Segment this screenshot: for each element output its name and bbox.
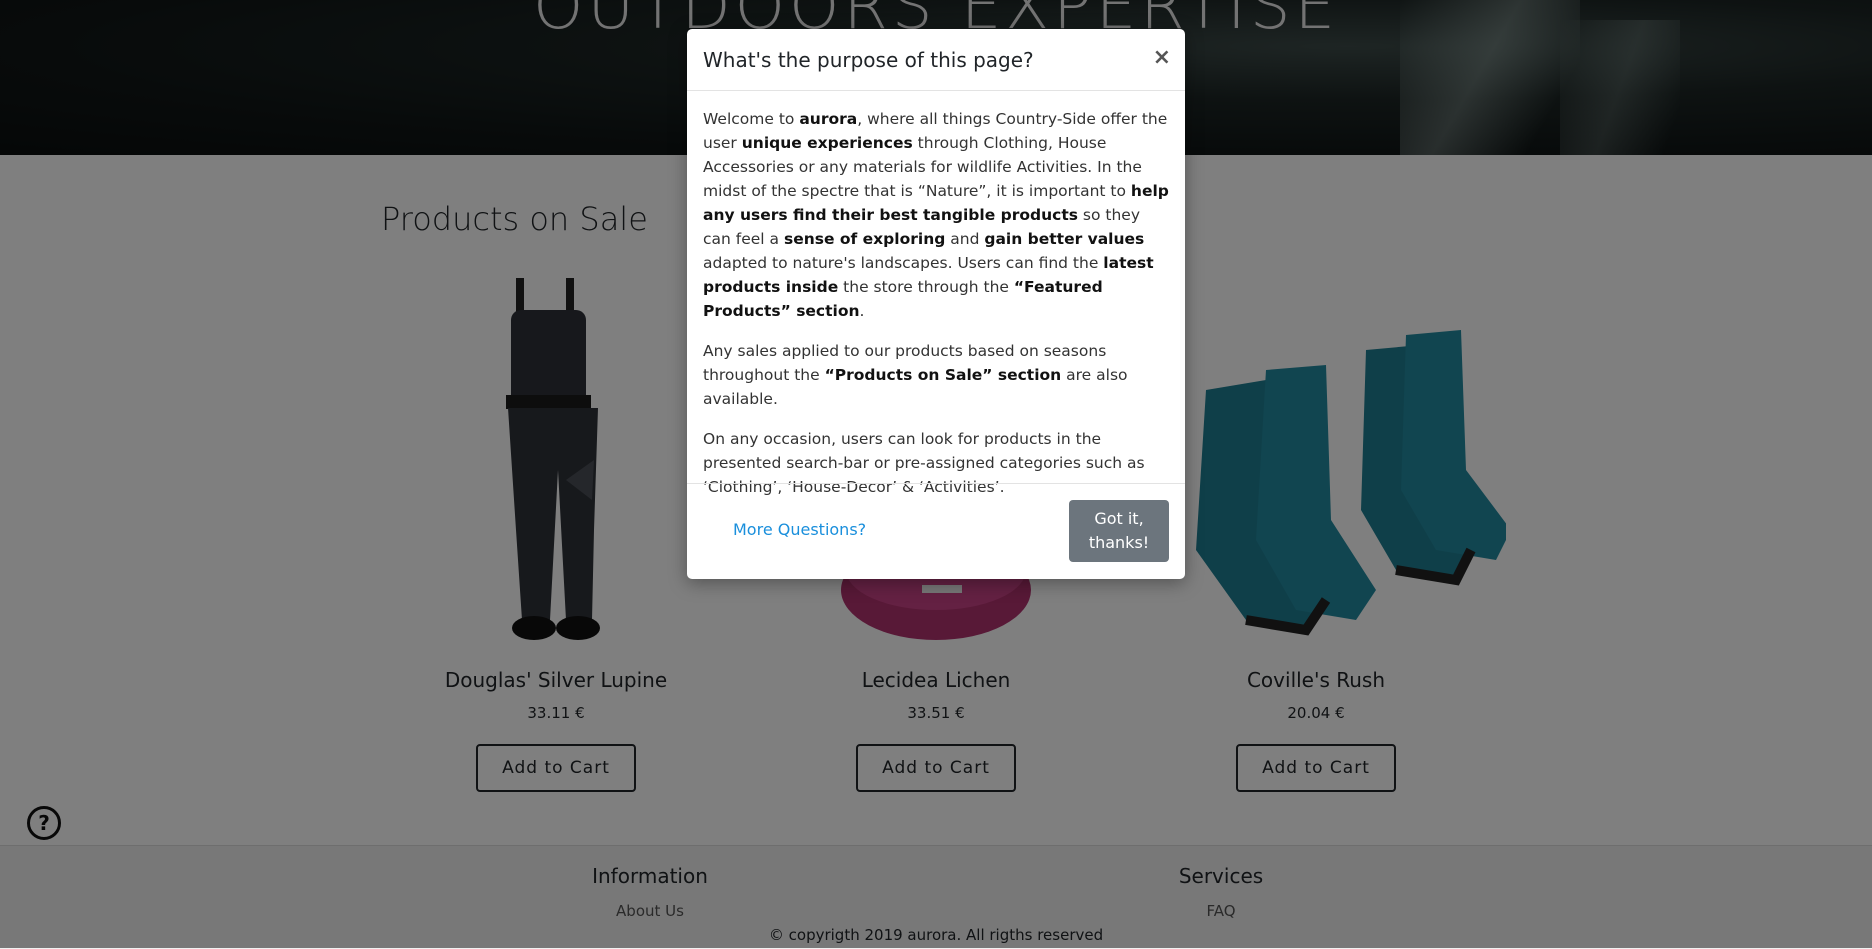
- text: adapted to nature's landscapes. Users ca…: [703, 254, 1104, 272]
- text-bold: gain better values: [984, 230, 1145, 248]
- text-bold: unique experiences: [741, 134, 913, 152]
- modal-title: What's the purpose of this page?: [703, 48, 1034, 72]
- close-icon[interactable]: ×: [1153, 45, 1171, 70]
- modal-body: Welcome to aurora, where all things Coun…: [687, 91, 1185, 499]
- modal-paragraph: Any sales applied to our products based …: [703, 339, 1169, 411]
- got-it-button[interactable]: Got it, thanks!: [1069, 500, 1169, 562]
- text-bold: aurora: [799, 110, 858, 128]
- text: and: [945, 230, 985, 248]
- text-bold: “Products on Sale” section: [824, 366, 1062, 384]
- text: Welcome to: [703, 110, 800, 128]
- more-questions-link[interactable]: More Questions?: [733, 520, 866, 539]
- text: the store through the: [838, 278, 1014, 296]
- info-modal: What's the purpose of this page? × Welco…: [687, 29, 1185, 579]
- modal-footer: More Questions? Got it, thanks!: [687, 483, 1185, 579]
- modal-paragraph: Welcome to aurora, where all things Coun…: [703, 107, 1169, 323]
- text-bold: sense of exploring: [783, 230, 946, 248]
- modal-header: What's the purpose of this page? ×: [687, 29, 1185, 91]
- text: .: [859, 302, 865, 320]
